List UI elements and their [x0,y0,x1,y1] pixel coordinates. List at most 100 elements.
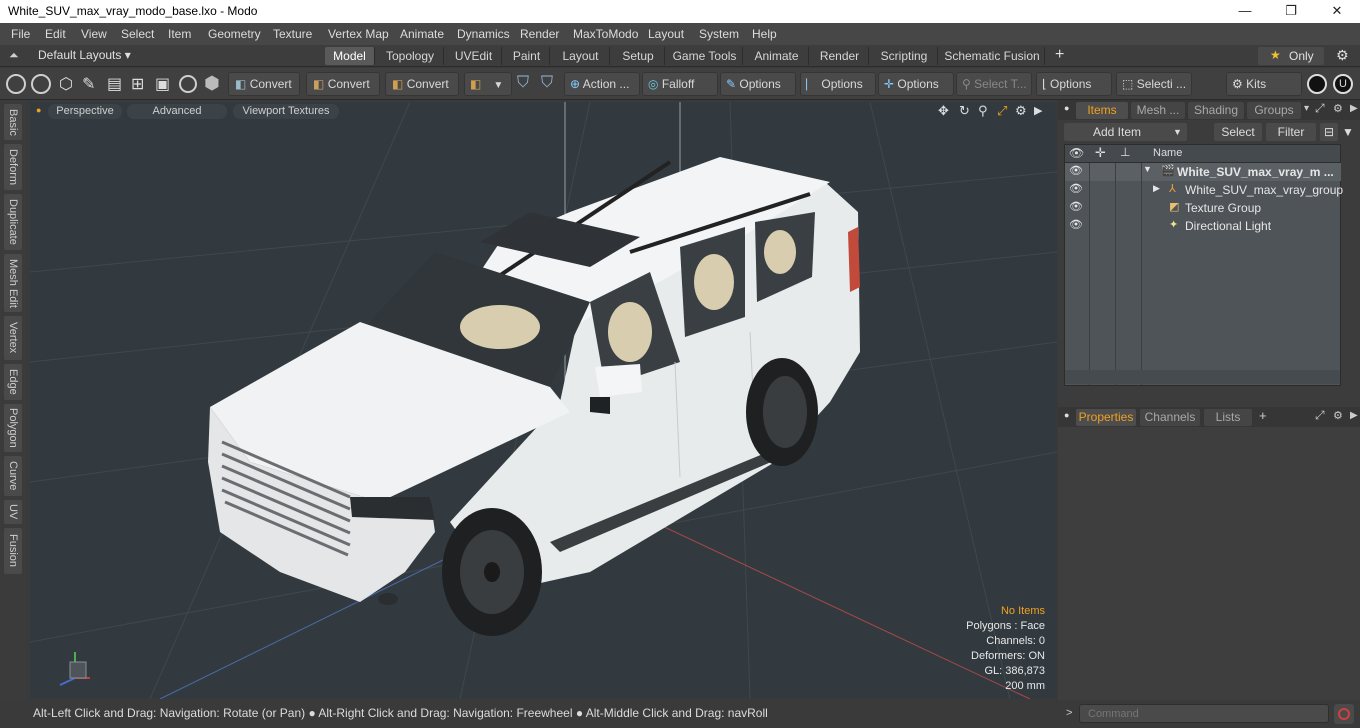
tab-polygon[interactable]: Polygon [4,404,22,452]
panel-menu-icon[interactable]: ▶ [1350,410,1358,421]
lock-icon[interactable]: ✛ [1095,145,1106,161]
shield-icon[interactable]: ⬢ [204,73,220,94]
tab-deform[interactable]: Deform [4,144,22,190]
filter-button[interactable]: Filter [1266,123,1316,141]
select-through-button[interactable]: ⚲ Select T... [956,72,1032,96]
viewport-dot-icon[interactable]: ● [36,105,41,115]
tab-uvedit[interactable]: UVEdit [446,47,502,65]
visibility-eye-icon[interactable]: 👁 [1069,218,1083,231]
settings-gear-icon[interactable]: ⚙ [1336,47,1349,64]
pan-icon[interactable]: ✥ [938,103,949,119]
items-list[interactable]: 👁 ✛ ⊥ Name 👁 ▼ 🎬 White_SUV_max_vray_m ..… [1064,144,1343,386]
tab-shading[interactable]: Shading [1188,102,1244,119]
visibility-eye-icon[interactable]: 👁 [1069,164,1083,177]
menu-edit[interactable]: Edit [45,27,66,41]
grid-icon[interactable]: ⊞ [131,74,144,94]
panel-dot-icon[interactable]: ● [1064,410,1069,420]
tab-curve[interactable]: Curve [4,456,22,496]
menu-texture[interactable]: Texture [273,27,312,41]
expand-arrow-icon[interactable]: ▶ [1153,183,1160,194]
convert-button-1[interactable]: ◧ Convert [228,72,300,96]
panel-dot-icon[interactable]: ● [1064,103,1069,113]
tab-items[interactable]: Items [1076,102,1128,119]
menu-layout[interactable]: Layout [648,27,684,41]
menu-geometry[interactable]: Geometry [208,27,261,41]
viewport-gear-icon[interactable]: ⚙ [1015,103,1027,119]
tab-duplicate[interactable]: Duplicate [4,194,22,250]
add-item-dropdown[interactable]: Add Item ▼ [1064,123,1187,141]
cube-dropdown[interactable]: ◧ ▼ [464,72,512,96]
tab-mesh[interactable]: Mesh ... [1131,102,1185,119]
tab-uv[interactable]: UV [4,500,22,524]
pen-tool-icon[interactable]: ⬡ [59,74,73,94]
only-toggle[interactable]: ★ Only [1258,47,1324,65]
tab-vertex[interactable]: Vertex [4,316,22,360]
tab-setup[interactable]: Setup [612,47,665,65]
menu-vertex-map[interactable]: Vertex Map [328,27,389,41]
menu-help[interactable]: Help [752,27,777,41]
menu-file[interactable]: File [11,27,30,41]
panel-gear-icon[interactable]: ⚙ [1333,409,1343,422]
visibility-eye-icon[interactable]: 👁 [1069,146,1084,160]
menu-select[interactable]: Select [121,27,154,41]
item-row[interactable]: 👁 ▶ ⅄ White_SUV_max_vray_group [1065,181,1343,199]
tab-scripting[interactable]: Scripting [871,47,938,65]
minimize-button[interactable]: — [1222,0,1268,23]
options-button-1[interactable]: ✎ Options [720,72,796,96]
tab-channels[interactable]: Channels [1140,409,1200,426]
expand-panel-icon[interactable]: ⤢ [1315,408,1325,423]
maximize-button[interactable]: ❐ [1268,0,1314,23]
layout-collapse-icon[interactable]: ⏶ [9,48,19,63]
selection-button[interactable]: ⬚ Selecti ... [1116,72,1192,96]
kits-button[interactable]: ⚙ Kits [1226,72,1302,96]
menu-system[interactable]: System [699,27,739,41]
menu-view[interactable]: View [81,27,107,41]
align-icon[interactable]: ▤ [107,74,122,94]
suv-model[interactable] [208,157,860,636]
close-button[interactable]: ✕ [1314,0,1360,23]
options-button-2[interactable]: ⎸ Options [800,72,876,96]
tab-animate[interactable]: Animate [745,47,809,65]
menu-animate[interactable]: Animate [400,27,444,41]
square-select-icon[interactable]: ▣ [155,74,170,94]
item-row[interactable]: 👁 ▼ 🎬 White_SUV_max_vray_m ... [1065,163,1341,181]
tab-layout[interactable]: Layout [552,47,610,65]
tabs-dropdown-icon[interactable]: ▾ [1304,103,1309,114]
tab-lists[interactable]: Lists [1204,409,1252,426]
unity-icon[interactable] [1307,74,1327,94]
options-button-3[interactable]: ✛ Options [878,72,954,96]
record-button[interactable] [1334,704,1354,724]
symmetry-icon[interactable]: ⛉ [541,74,553,92]
select-button[interactable]: Select [1214,123,1262,141]
globe-icon[interactable] [31,74,51,94]
viewport-textures-dropdown[interactable]: Viewport Textures [233,104,339,119]
sphere-select-icon[interactable] [6,74,26,94]
name-column-header[interactable]: Name [1153,147,1182,159]
tab-paint[interactable]: Paint [504,47,550,65]
panel-menu-icon[interactable]: ▶ [1350,103,1358,114]
command-input[interactable] [1079,704,1329,723]
funnel-filter-icon[interactable]: ▼ [1340,123,1356,141]
perspective-dropdown[interactable]: Perspective [48,104,122,119]
collapse-icon[interactable]: ⊟ [1320,123,1338,141]
tab-model[interactable]: Model [325,47,375,65]
tab-mesh-edit[interactable]: Mesh Edit [4,254,22,312]
item-row[interactable]: 👁 ◩ Texture Group [1065,199,1341,217]
menu-dynamics[interactable]: Dynamics [457,27,510,41]
items-scrollbar[interactable] [1065,370,1340,384]
convert-button-2[interactable]: ◧ Convert [306,72,380,96]
default-layouts-dropdown[interactable]: Default Layouts ▾ [38,48,131,62]
unreal-icon[interactable]: U [1333,74,1353,94]
brush-icon[interactable]: ✎ [82,74,95,94]
add-layout-icon[interactable]: + [1055,46,1064,64]
mirror-icon[interactable]: ⛉ [517,74,529,92]
expand-panel-icon[interactable]: ⤢ [1315,101,1325,116]
item-row[interactable]: 👁 ✦ Directional Light [1065,217,1341,235]
circle-select-icon[interactable] [179,75,197,93]
advanced-dropdown[interactable]: Advanced [127,104,227,119]
tab-groups[interactable]: Groups [1247,102,1301,119]
panel-gear-icon[interactable]: ⚙ [1333,102,1343,115]
falloff-button[interactable]: ◎ Falloff [642,72,718,96]
rotate-icon[interactable]: ↻ [959,103,970,119]
menu-item[interactable]: Item [168,27,191,41]
